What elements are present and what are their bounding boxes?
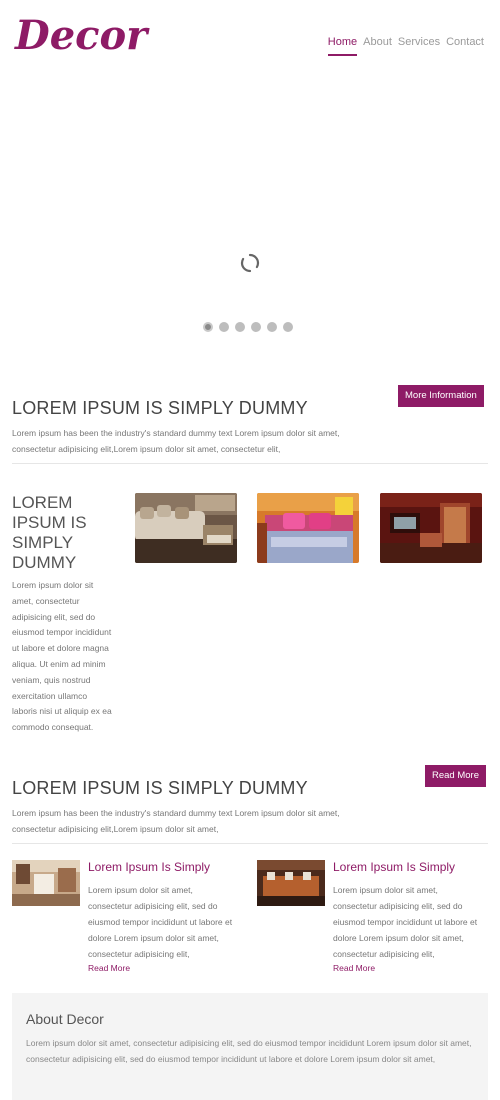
feature-text: Lorem ipsum dolor sit amet, consectetur … xyxy=(88,885,233,959)
feature-text: Lorem ipsum dolor sit amet, consectetur … xyxy=(333,885,478,959)
about-panel: About Decor Lorem ipsum dolor sit amet, … xyxy=(12,993,488,1100)
feature-title: Lorem Ipsum Is Simply xyxy=(333,860,456,874)
nav-item-contact[interactable]: Contact xyxy=(446,36,484,56)
intro-title: LOREM IPSUM IS SIMPLY DUMMY xyxy=(12,398,308,418)
section-divider xyxy=(12,843,488,844)
gallery-image-living-room[interactable] xyxy=(135,493,237,563)
gallery-image-kitchen[interactable] xyxy=(380,493,482,563)
section2-text: Lorem ipsum has been the industry's stan… xyxy=(12,808,340,834)
section2-title: LOREM IPSUM IS SIMPLY DUMMY xyxy=(12,778,308,798)
slider-dot[interactable] xyxy=(283,322,293,332)
slider-dot[interactable] xyxy=(203,322,213,332)
nav-item-about[interactable]: About xyxy=(363,36,392,56)
loading-spinner-icon xyxy=(240,253,260,273)
section-divider xyxy=(12,463,488,464)
main-nav: Home About Services Contact xyxy=(327,36,484,56)
site-logo[interactable]: Decor xyxy=(15,12,147,60)
about-title: About Decor xyxy=(26,1011,104,1027)
feature-image-table[interactable] xyxy=(257,860,325,906)
slider-dot[interactable] xyxy=(219,322,229,332)
site-header: Decor Home About Services Contact xyxy=(0,0,500,70)
nav-item-home[interactable]: Home xyxy=(327,36,358,56)
gallery-text: Lorem ipsum dolor sit amet, consectetur … xyxy=(12,580,112,733)
intro-text: Lorem ipsum has been the industry's stan… xyxy=(12,428,340,454)
slider-dot[interactable] xyxy=(267,322,277,332)
slider-dot[interactable] xyxy=(235,322,245,332)
more-information-button[interactable]: More Information xyxy=(398,385,484,407)
about-text: Lorem ipsum dolor sit amet, consectetur … xyxy=(26,1038,472,1064)
read-more-button[interactable]: Read More xyxy=(425,765,486,787)
hero-slider xyxy=(0,70,500,350)
feature-read-more-link[interactable]: Read More xyxy=(88,963,130,973)
gallery-image-bedroom[interactable] xyxy=(257,493,359,563)
feature-read-more-link[interactable]: Read More xyxy=(333,963,375,973)
feature-image-dining[interactable] xyxy=(12,860,80,906)
slider-dots xyxy=(203,322,293,332)
gallery-title: LOREM IPSUM IS SIMPLY DUMMY xyxy=(12,493,87,572)
nav-item-services[interactable]: Services xyxy=(398,36,440,56)
slider-dot[interactable] xyxy=(251,322,261,332)
feature-title: Lorem Ipsum Is Simply xyxy=(88,860,211,874)
